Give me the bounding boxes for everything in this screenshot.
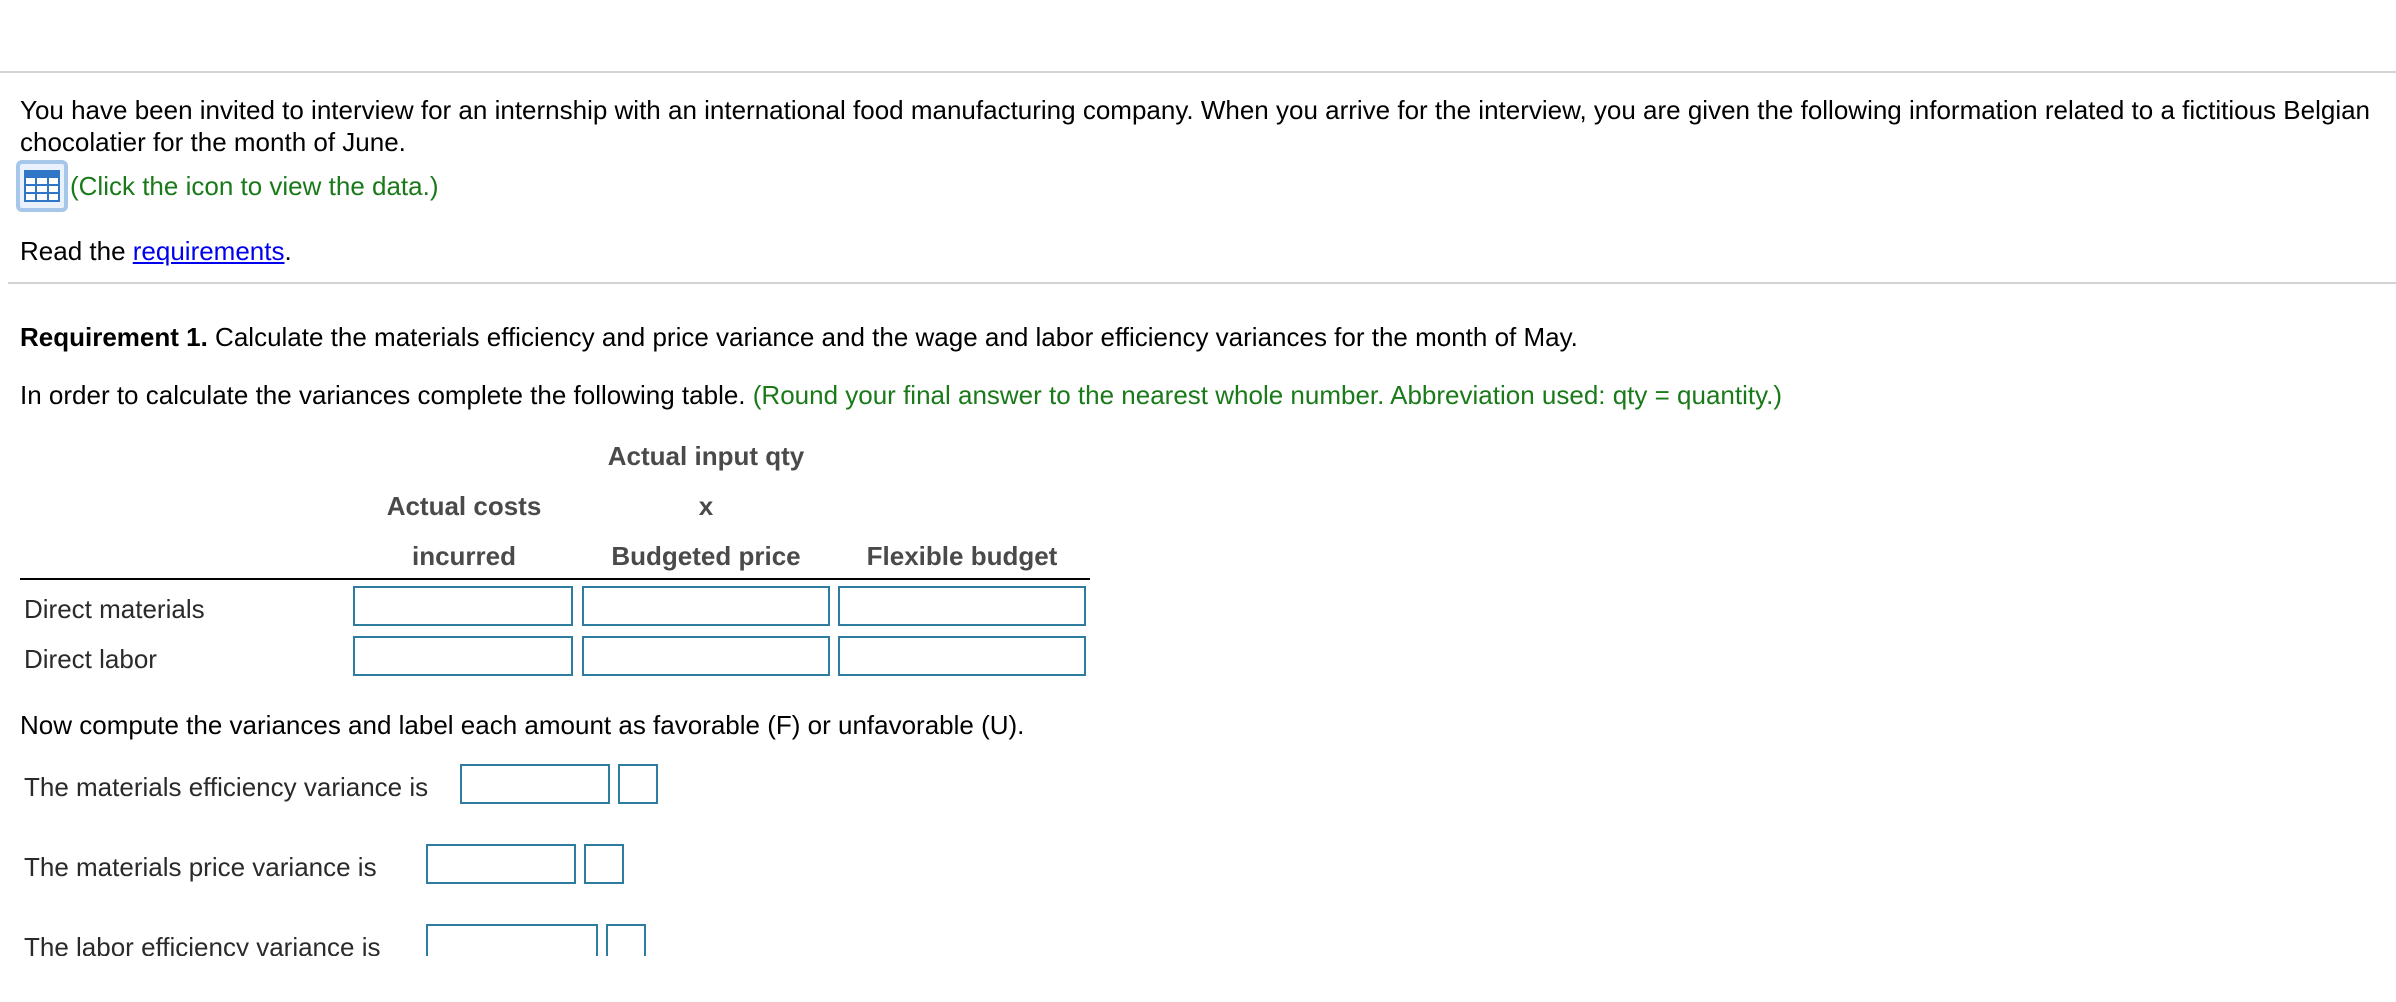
labor-efficiency-variance-input[interactable] <box>426 924 598 956</box>
header-times: x <box>698 491 714 521</box>
requirement-1-label: Requirement 1. <box>20 322 208 352</box>
table-grid-icon-glyph <box>24 170 60 202</box>
read-suffix: . <box>284 236 292 266</box>
header-flexible-budget: Flexible budget <box>866 541 1058 571</box>
section-divider <box>8 282 2396 284</box>
direct-labor-actual-input[interactable] <box>353 636 573 676</box>
table-header-rule <box>20 578 1090 580</box>
requirement-1: Requirement 1. Calculate the materials e… <box>20 322 1578 353</box>
direct-materials-flexible-input[interactable] <box>838 586 1086 626</box>
view-data-link[interactable]: (Click the icon to view the data.) <box>70 171 439 202</box>
materials-efficiency-variance-input[interactable] <box>460 764 610 804</box>
materials-price-fu-input[interactable] <box>584 844 624 884</box>
materials-efficiency-variance-label: The materials efficiency variance is <box>24 772 429 802</box>
direct-materials-actual-input[interactable] <box>353 586 573 626</box>
direct-labor-flexible-input[interactable] <box>838 636 1086 676</box>
table-grid-icon[interactable] <box>16 160 68 212</box>
direct-labor-budgeted-input[interactable] <box>582 636 830 676</box>
header-actual-input-qty: Actual input qty <box>607 441 805 471</box>
row-label-direct-materials: Direct materials <box>24 594 205 624</box>
view-data-row: (Click the icon to view the data.) <box>16 160 439 212</box>
labor-efficiency-fu-input[interactable] <box>606 924 646 956</box>
materials-efficiency-fu-input[interactable] <box>618 764 658 804</box>
materials-price-variance-input[interactable] <box>426 844 576 884</box>
materials-price-variance-label: The materials price variance is <box>24 852 377 882</box>
row-label-direct-labor: Direct labor <box>24 644 157 674</box>
labor-efficiency-variance-label: The labor efficiency variance is <box>24 932 381 956</box>
labor-efficiency-row-clip: The labor efficiency variance is <box>0 900 2396 956</box>
top-divider <box>0 71 2396 73</box>
variances-instruction: Now compute the variances and label each… <box>20 710 1025 740</box>
intro-paragraph: You have been invited to interview for a… <box>20 95 2371 157</box>
instruction-text: In order to calculate the variances comp… <box>20 380 746 410</box>
requirement-1-text: Calculate the materials efficiency and p… <box>207 322 1578 352</box>
instruction: In order to calculate the variances comp… <box>20 380 1782 411</box>
read-prefix: Read the <box>20 236 133 266</box>
read-requirements: Read the requirements. <box>20 236 292 267</box>
direct-materials-budgeted-input[interactable] <box>582 586 830 626</box>
requirements-link[interactable]: requirements <box>133 236 285 266</box>
rounding-hint: (Round your final answer to the nearest … <box>752 380 1783 410</box>
header-budgeted-price: Budgeted price <box>611 541 801 571</box>
